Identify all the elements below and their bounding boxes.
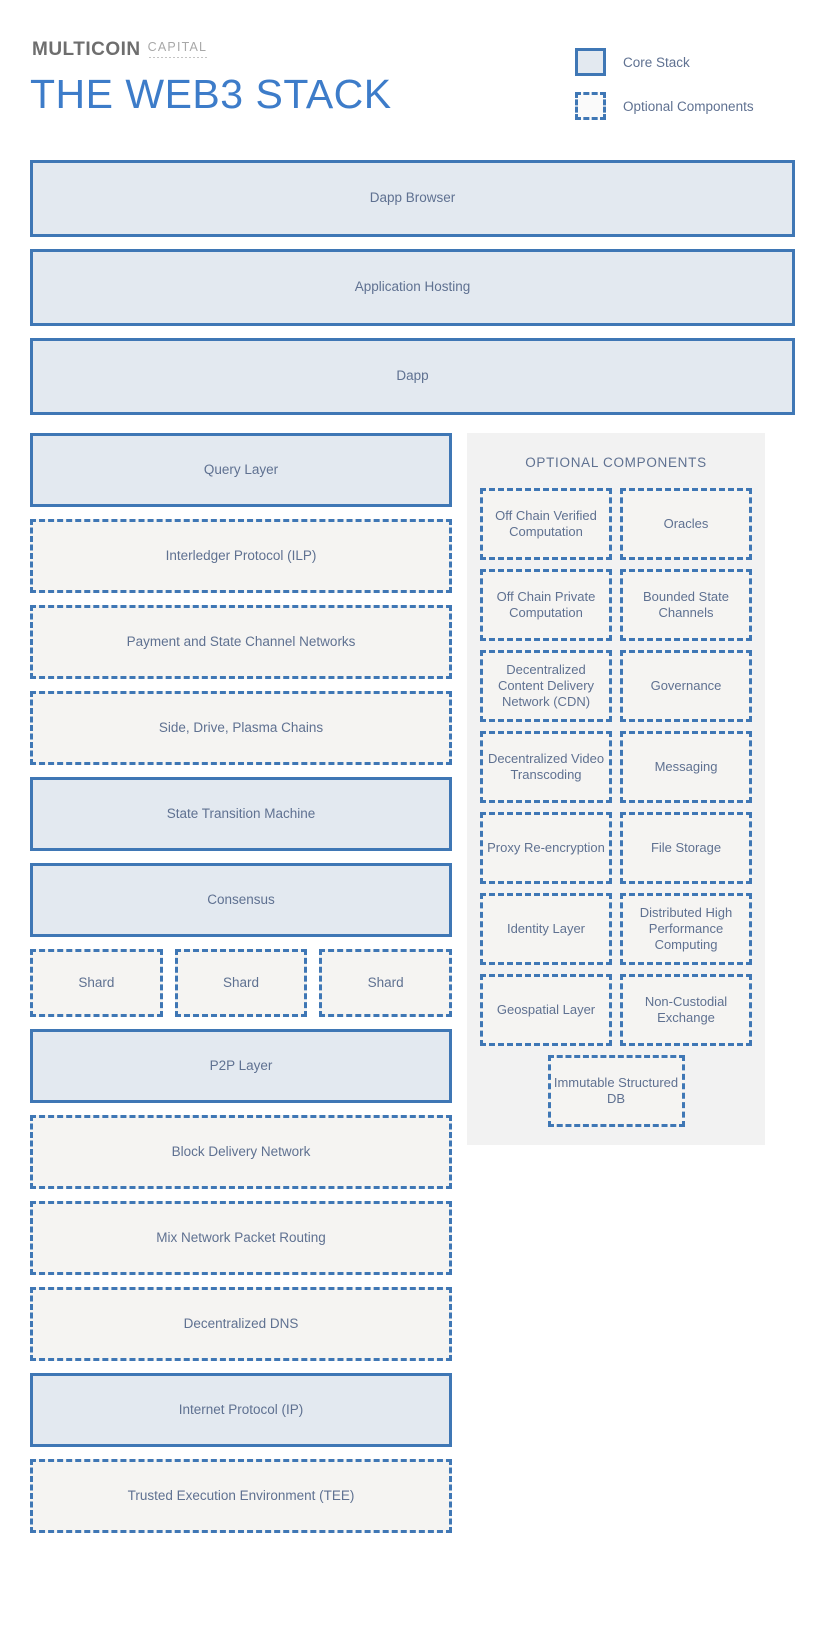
web3-stack-diagram: Dapp Browser Application Hosting Dapp Qu… bbox=[0, 160, 825, 1545]
optional-components-last-row: Immutable Structured DB bbox=[480, 1055, 752, 1127]
optional-distributed-high-performance-computing: Distributed High Performance Computing bbox=[620, 893, 752, 965]
layer-label: Decentralized DNS bbox=[183, 1315, 299, 1331]
layer-label: Interledger Protocol (ILP) bbox=[165, 547, 317, 563]
optional-components-title: OPTIONAL COMPONENTS bbox=[525, 455, 707, 470]
layer-mix-network-packet-routing: Mix Network Packet Routing bbox=[30, 1201, 452, 1275]
layer-label: Payment and State Channel Networks bbox=[126, 633, 356, 649]
layer-shard-1: Shard bbox=[30, 949, 163, 1017]
legend-swatch-dashed-icon bbox=[575, 92, 606, 120]
optional-label: Identity Layer bbox=[506, 920, 586, 936]
optional-governance: Governance bbox=[620, 650, 752, 722]
layer-decentralized-dns: Decentralized DNS bbox=[30, 1287, 452, 1361]
layer-consensus: Consensus bbox=[30, 863, 452, 937]
layer-label: Consensus bbox=[207, 891, 275, 907]
optional-label: Messaging bbox=[654, 758, 718, 774]
page-title: THE WEB3 STACK bbox=[30, 71, 392, 117]
optional-components-panel: OPTIONAL COMPONENTS Off Chain Verified C… bbox=[467, 433, 765, 1145]
optional-identity-layer: Identity Layer bbox=[480, 893, 612, 965]
top-layers-group: Dapp Browser Application Hosting Dapp bbox=[30, 160, 795, 415]
optional-label: Proxy Re-encryption bbox=[487, 839, 605, 855]
optional-label: Decentralized Content Delivery Network (… bbox=[497, 661, 595, 710]
optional-label: Oracles bbox=[663, 515, 709, 531]
legend-item-core-stack: Core Stack bbox=[575, 48, 754, 76]
layer-shard-3: Shard bbox=[319, 949, 453, 1017]
legend-label-core-stack: Core Stack bbox=[623, 54, 690, 70]
optional-label: Geospatial Layer bbox=[496, 1001, 596, 1017]
layer-interledger-protocol: Interledger Protocol (ILP) bbox=[30, 519, 452, 593]
optional-bounded-state-channels: Bounded State Channels bbox=[620, 569, 752, 641]
layer-payment-and-state-channel-networks: Payment and State Channel Networks bbox=[30, 605, 452, 679]
core-stack-column: Query Layer Interledger Protocol (ILP) P… bbox=[30, 433, 453, 1545]
layer-label: Internet Protocol (IP) bbox=[178, 1401, 304, 1417]
layer-label: Dapp Browser bbox=[369, 190, 456, 206]
layer-shard-2: Shard bbox=[174, 949, 308, 1017]
brand-subtitle: CAPITAL bbox=[147, 39, 208, 54]
shard-row: Shard Shard Shard bbox=[30, 949, 453, 1017]
layer-dapp-browser: Dapp Browser bbox=[30, 160, 795, 237]
brand-name: MULTICOIN bbox=[32, 39, 141, 60]
page-header: MULTICOIN CAPITAL THE WEB3 STACK Core St… bbox=[0, 0, 825, 160]
layer-label: Trusted Execution Environment (TEE) bbox=[127, 1487, 355, 1503]
optional-label: Governance bbox=[650, 677, 722, 693]
optional-label: Immutable Structured DB bbox=[553, 1074, 679, 1106]
layer-side-drive-plasma-chains: Side, Drive, Plasma Chains bbox=[30, 691, 452, 765]
layer-state-transition-machine: State Transition Machine bbox=[30, 777, 452, 851]
layer-label: Application Hosting bbox=[354, 279, 471, 295]
layer-label: Block Delivery Network bbox=[171, 1143, 311, 1159]
layer-label: P2P Layer bbox=[209, 1057, 273, 1073]
optional-decentralized-cdn: Decentralized Content Delivery Network (… bbox=[480, 650, 612, 722]
layer-internet-protocol: Internet Protocol (IP) bbox=[30, 1373, 452, 1447]
optional-proxy-re-encryption: Proxy Re-encryption bbox=[480, 812, 612, 884]
layer-label: Dapp bbox=[396, 368, 429, 384]
optional-label: Bounded State Channels bbox=[642, 588, 730, 620]
layer-label: Side, Drive, Plasma Chains bbox=[158, 719, 324, 735]
layer-query-layer: Query Layer bbox=[30, 433, 452, 507]
layer-label: Shard bbox=[78, 974, 115, 990]
optional-immutable-structured-db: Immutable Structured DB bbox=[547, 1055, 685, 1127]
legend-item-optional-components: Optional Components bbox=[575, 92, 754, 120]
stack-columns: Query Layer Interledger Protocol (ILP) P… bbox=[0, 433, 825, 1545]
layer-label: Shard bbox=[367, 974, 404, 990]
legend-swatch-solid-icon bbox=[575, 48, 606, 76]
brand-dots-decoration bbox=[147, 55, 208, 58]
optional-geospatial-layer: Geospatial Layer bbox=[480, 974, 612, 1046]
layer-dapp: Dapp bbox=[30, 338, 795, 415]
multicoin-capital-logo: MULTICOIN CAPITAL bbox=[32, 39, 208, 60]
optional-components-grid: Off Chain Verified Computation Oracles O… bbox=[480, 488, 752, 1046]
layer-p2p-layer: P2P Layer bbox=[30, 1029, 452, 1103]
optional-non-custodial-exchange: Non-Custodial Exchange bbox=[620, 974, 752, 1046]
brand-subtitle-wrap: CAPITAL bbox=[147, 39, 208, 60]
layer-label: Shard bbox=[222, 974, 260, 990]
optional-label: Decentralized Video Transcoding bbox=[487, 750, 605, 782]
optional-label: Off Chain Verified Computation bbox=[495, 507, 597, 539]
optional-messaging: Messaging bbox=[620, 731, 752, 803]
optional-off-chain-verified-computation: Off Chain Verified Computation bbox=[480, 488, 612, 560]
optional-label: Non-Custodial Exchange bbox=[644, 993, 728, 1025]
layer-label: Mix Network Packet Routing bbox=[156, 1229, 326, 1245]
layer-block-delivery-network: Block Delivery Network bbox=[30, 1115, 452, 1189]
layer-label: State Transition Machine bbox=[166, 805, 316, 821]
optional-off-chain-private-computation: Off Chain Private Computation bbox=[480, 569, 612, 641]
layer-trusted-execution-environment: Trusted Execution Environment (TEE) bbox=[30, 1459, 452, 1533]
optional-label: File Storage bbox=[650, 839, 722, 855]
optional-oracles: Oracles bbox=[620, 488, 752, 560]
legend-label-optional-components: Optional Components bbox=[623, 98, 754, 114]
layer-label: Query Layer bbox=[203, 461, 279, 477]
layer-application-hosting: Application Hosting bbox=[30, 249, 795, 326]
optional-file-storage: File Storage bbox=[620, 812, 752, 884]
optional-label: Distributed High Performance Computing bbox=[639, 904, 733, 953]
optional-label: Off Chain Private Computation bbox=[496, 588, 596, 620]
optional-decentralized-video-transcoding: Decentralized Video Transcoding bbox=[480, 731, 612, 803]
legend: Core Stack Optional Components bbox=[575, 48, 754, 136]
